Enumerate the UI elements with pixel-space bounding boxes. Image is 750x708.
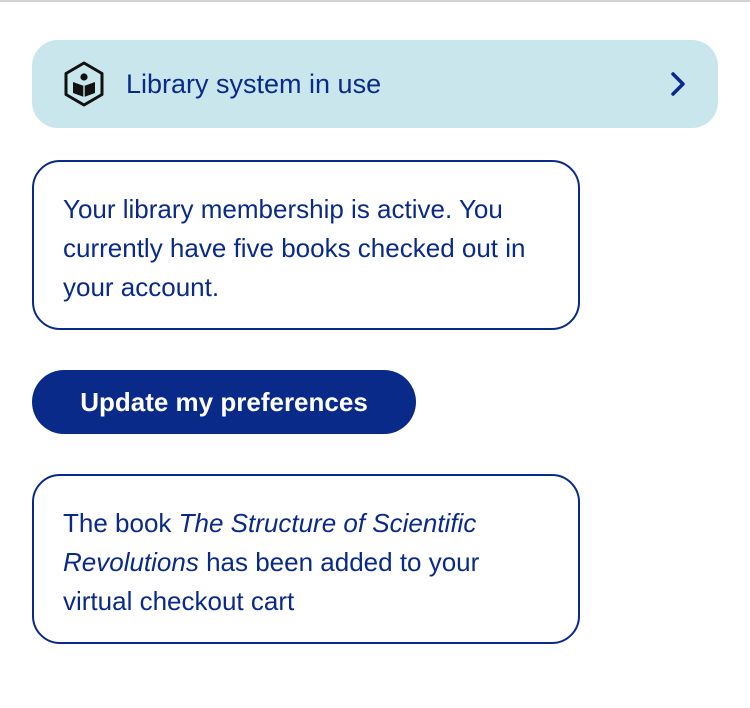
message-text: Your library membership is active. You c… [63, 194, 526, 302]
update-preferences-button[interactable]: Update my preferences [32, 370, 416, 434]
message-bubble-membership: Your library membership is active. You c… [32, 160, 580, 330]
chevron-right-icon [671, 72, 685, 96]
library-book-hexagon-icon [64, 61, 104, 107]
top-divider [0, 0, 750, 2]
message-bubble-cart: The book The Structure of Scientific Rev… [32, 474, 580, 644]
status-label: Library system in use [126, 69, 382, 99]
message-prefix: The book [63, 508, 179, 538]
library-status-bar[interactable]: Library system in use [32, 40, 718, 128]
